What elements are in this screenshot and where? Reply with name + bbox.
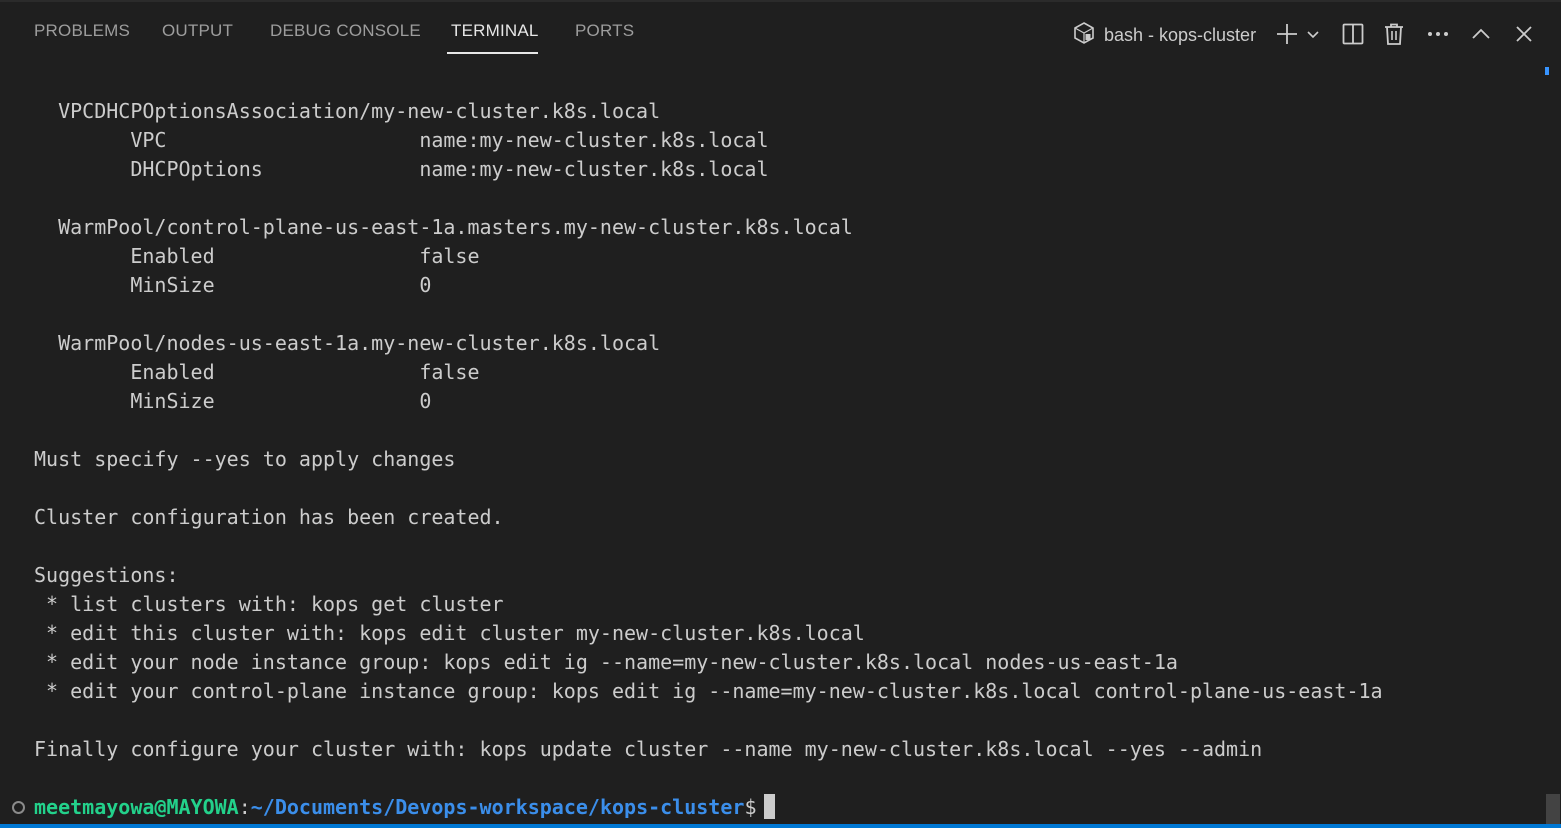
prompt-symbol: $ [744, 795, 757, 819]
terminal-instance-selector[interactable]: bash - kops-cluster [1072, 20, 1256, 50]
terminal-line: WarmPool/nodes-us-east-1a.my-new-cluster… [34, 331, 661, 355]
terminal-line: Must specify --yes to apply changes [34, 447, 456, 471]
terminal-instance-label: bash - kops-cluster [1104, 24, 1257, 45]
new-terminal-plus-icon[interactable] [1272, 19, 1302, 49]
terminal-line: VPC name:my-new-cluster.k8s.local [34, 128, 769, 152]
terminal-line: MinSize 0 [34, 273, 432, 297]
panel-header: PROBLEMS OUTPUT DEBUG CONSOLE TERMINAL P… [0, 2, 1561, 60]
terminal-line: Enabled false [34, 360, 480, 384]
command-decoration-icon[interactable] [12, 801, 25, 814]
terminal-line: Enabled false [34, 244, 480, 268]
active-tab-indicator [447, 52, 538, 54]
kill-terminal-trash-icon[interactable] [1379, 19, 1409, 49]
terminal-line: VPCDHCPOptionsAssociation/my-new-cluster… [34, 99, 661, 123]
more-actions-ellipsis-icon[interactable] [1423, 19, 1453, 49]
panel-bottom-accent [0, 824, 1561, 828]
scrollbar-overview-mark [1545, 67, 1549, 75]
tab-debug-console[interactable]: DEBUG CONSOLE [270, 21, 421, 51]
prompt-user-host: meetmayowa@MAYOWA [34, 795, 239, 819]
terminal-bash-icon [1072, 21, 1096, 50]
terminal-line: Suggestions: [34, 563, 179, 587]
terminal-line: * list clusters with: kops get cluster [34, 592, 504, 616]
split-terminal-icon[interactable] [1338, 19, 1368, 49]
terminal-line: Finally configure your cluster with: kop… [34, 737, 1263, 761]
terminal-line: * edit your control-plane instance group… [34, 679, 1383, 703]
terminal-line: * edit this cluster with: kops edit clus… [34, 621, 865, 645]
launch-profile-chevron-down-icon[interactable] [1300, 19, 1326, 49]
maximize-panel-chevron-up-icon[interactable] [1466, 19, 1496, 49]
terminal-line: WarmPool/control-plane-us-east-1a.master… [34, 215, 853, 239]
terminal-prompt[interactable]: meetmayowa@MAYOWA:~/Documents/Devops-wor… [34, 792, 1561, 822]
close-panel-icon[interactable] [1509, 19, 1539, 49]
terminal-line: Cluster configuration has been created. [34, 505, 504, 529]
tab-problems[interactable]: PROBLEMS [34, 21, 130, 51]
prompt-path: ~/Documents/Devops-workspace/kops-cluste… [250, 795, 745, 819]
tab-output[interactable]: OUTPUT [162, 21, 233, 51]
tab-terminal[interactable]: TERMINAL [451, 21, 539, 51]
tab-ports[interactable]: PORTS [575, 21, 634, 51]
terminal-line: * edit your node instance group: kops ed… [34, 650, 1178, 674]
terminal-cursor [764, 794, 776, 819]
terminal-line: MinSize 0 [34, 389, 432, 413]
terminal-line: DHCPOptions name:my-new-cluster.k8s.loca… [34, 157, 769, 181]
prompt-separator: : [238, 795, 251, 819]
terminal-output[interactable]: VPCDHCPOptionsAssociation/my-new-cluster… [0, 60, 1561, 828]
